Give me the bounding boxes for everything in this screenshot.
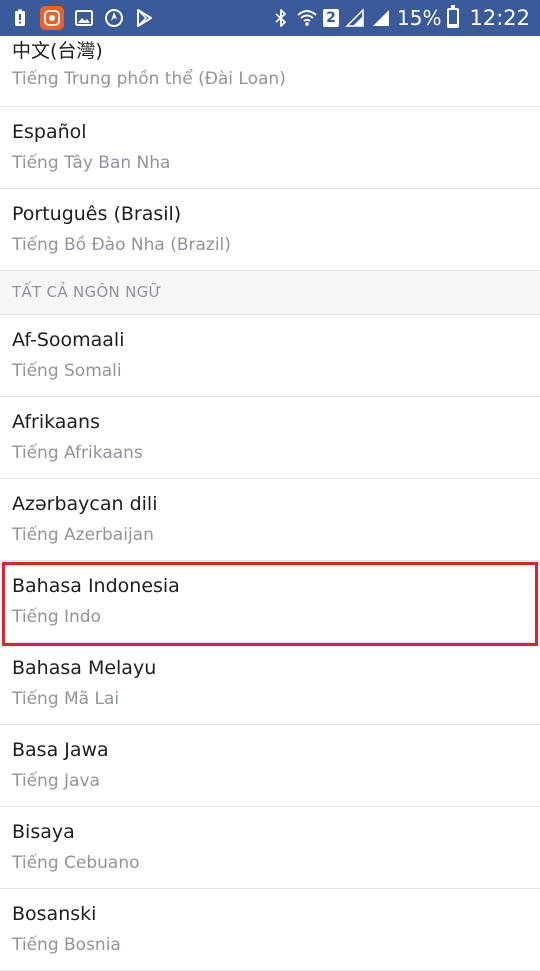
- language-item[interactable]: Azərbaycan dili Tiếng Azerbaijan: [0, 479, 540, 561]
- language-name: Afrikaans: [12, 411, 100, 433]
- language-translation: Tiếng Trung phồn thể (Đài Loan): [12, 69, 286, 89]
- app-icon: [40, 6, 64, 30]
- language-translation: Tiếng Indo: [12, 607, 101, 627]
- language-name: Af-Soomaali: [12, 329, 125, 351]
- language-translation: Tiếng Afrikaans: [12, 443, 143, 463]
- language-name: Português (Brasil): [12, 203, 182, 225]
- language-translation: Tiếng Cebuano: [12, 853, 140, 873]
- language-translation: Tiếng Somali: [12, 361, 122, 381]
- language-item[interactable]: Bisaya Tiếng Cebuano: [0, 807, 540, 889]
- language-translation: Tiếng Tây Ban Nha: [12, 153, 171, 173]
- signal-icon-2: [371, 8, 391, 28]
- language-item[interactable]: Basa Jawa Tiếng Java: [0, 725, 540, 807]
- language-name: Azərbaycan dili: [12, 493, 158, 515]
- language-name: Bisaya: [12, 821, 75, 843]
- language-list: 中文(台灣) Tiếng Trung phồn thể (Đài Loan) E…: [0, 36, 540, 971]
- language-translation: Tiếng Bồ Đào Nha (Brazil): [12, 235, 231, 255]
- image-icon: [74, 8, 94, 28]
- language-item[interactable]: Español Tiếng Tây Ban Nha: [0, 107, 540, 189]
- language-item[interactable]: Bosanski Tiếng Bosnia: [0, 889, 540, 971]
- language-name: Bahasa Melayu: [12, 657, 157, 679]
- language-item[interactable]: Af-Soomaali Tiếng Somali: [0, 315, 540, 397]
- browser-icon: [104, 8, 124, 28]
- language-name: 中文(台灣): [12, 40, 103, 62]
- language-translation: Tiếng Mã Lai: [12, 689, 120, 709]
- wifi-icon: [297, 8, 317, 28]
- language-item[interactable]: Bahasa Melayu Tiếng Mã Lai: [0, 643, 540, 725]
- language-name: Bosanski: [12, 903, 97, 925]
- language-translation: Tiếng Bosnia: [12, 935, 121, 955]
- section-header-all-languages: TẤT CẢ NGÔN NGỮ: [0, 271, 540, 315]
- signal-icon: [345, 8, 365, 28]
- alert-icon: [10, 8, 30, 28]
- battery-percent: 15%: [397, 6, 442, 30]
- section-header-label: TẤT CẢ NGÔN NGỮ: [12, 283, 162, 301]
- language-name: Español: [12, 121, 87, 143]
- language-translation: Tiếng Azerbaijan: [12, 525, 154, 545]
- clock: 12:22: [469, 6, 530, 30]
- language-item[interactable]: Afrikaans Tiếng Afrikaans: [0, 397, 540, 479]
- battery-icon: [447, 5, 460, 28]
- status-bar: 2 15% 12:22: [0, 0, 540, 36]
- language-item[interactable]: Português (Brasil) Tiếng Bồ Đào Nha (Bra…: [0, 189, 540, 271]
- language-translation: Tiếng Java: [12, 771, 100, 791]
- language-name: Bahasa Indonesia: [12, 575, 180, 597]
- language-item-highlighted[interactable]: Bahasa Indonesia Tiếng Indo: [0, 561, 540, 643]
- bluetooth-icon: [271, 8, 291, 28]
- play-store-icon: [134, 8, 154, 28]
- language-item[interactable]: 中文(台灣) Tiếng Trung phồn thể (Đài Loan): [0, 36, 540, 107]
- language-name: Basa Jawa: [12, 739, 109, 761]
- battery-level: [449, 23, 458, 26]
- sim-badge: 2: [323, 9, 340, 27]
